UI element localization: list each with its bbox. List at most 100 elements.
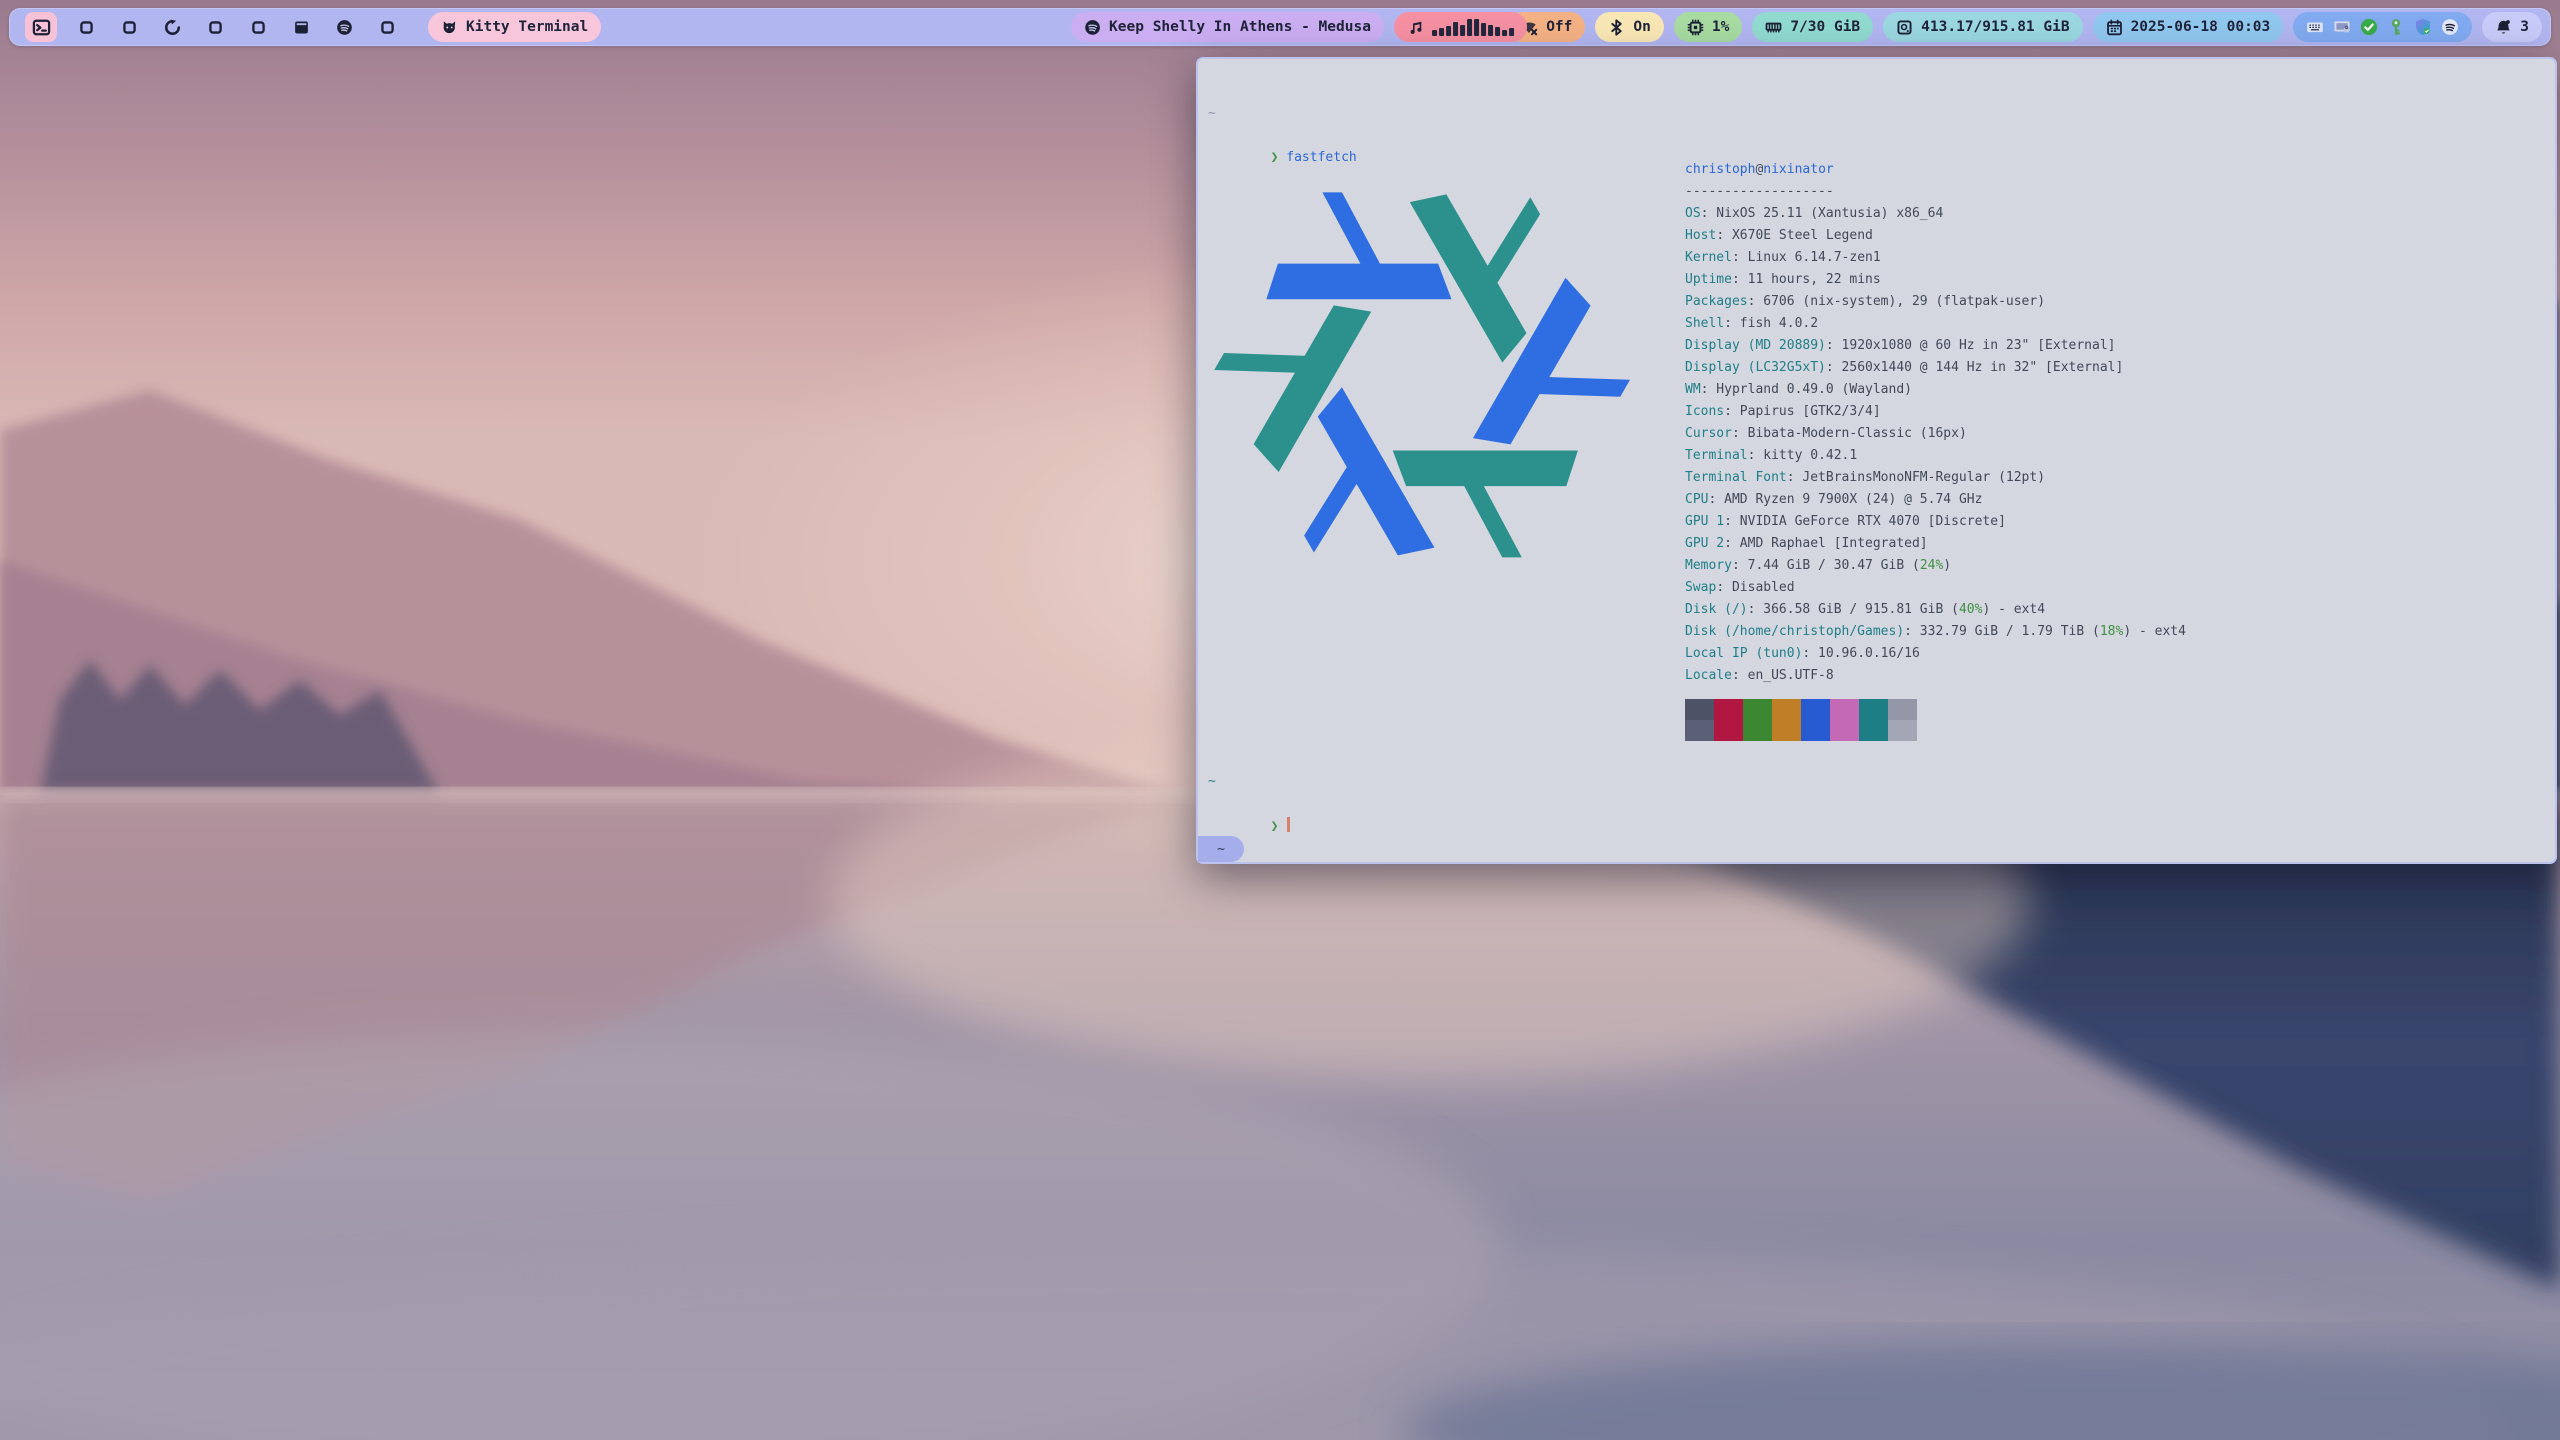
- workspace-6-square-icon[interactable]: [244, 13, 272, 41]
- fastfetch-line: Display (LC32G5xT): 2560x1440 @ 144 Hz i…: [1685, 357, 2186, 379]
- fastfetch-line: christoph@nixinator: [1685, 159, 2186, 181]
- workspace-5-square-icon[interactable]: [201, 13, 229, 41]
- fastfetch-line: GPU 1: NVIDIA GeForce RTX 4070 [Discrete…: [1685, 511, 2186, 533]
- workspace-2-square-icon[interactable]: [72, 13, 100, 41]
- fastfetch-line: Shell: fish 4.0.2: [1685, 313, 2186, 335]
- palette-swatch: [1714, 699, 1743, 720]
- bluetooth-pill[interactable]: On: [1595, 12, 1663, 42]
- cpu-pill[interactable]: 1%: [1674, 12, 1742, 42]
- palette-swatch: [1685, 720, 1714, 741]
- fastfetch-line: Host: X670E Steel Legend: [1685, 225, 2186, 247]
- prompt-char: ❯: [1271, 819, 1279, 834]
- palette-row-normal: [1685, 699, 1917, 720]
- palette-swatch: [1888, 699, 1917, 720]
- fastfetch-line: Swap: Disabled: [1685, 577, 2186, 599]
- workspace-7-window-icon[interactable]: [287, 13, 315, 41]
- keyboard-icon[interactable]: [2306, 18, 2324, 36]
- cpu-value: 1%: [1712, 19, 1729, 35]
- palette-swatch: [1830, 720, 1859, 741]
- workspace-1-terminal-icon[interactable]: [25, 12, 57, 42]
- palette-swatch: [1714, 720, 1743, 741]
- palette-swatch: [1859, 699, 1888, 720]
- fastfetch-output: christoph@nixinator-------------------OS…: [1685, 159, 2186, 687]
- fastfetch-line: Packages: 6706 (nix-system), 29 (flatpak…: [1685, 291, 2186, 313]
- bar-left: Kitty Terminal: [25, 12, 601, 42]
- fastfetch-line: Uptime: 11 hours, 22 mins: [1685, 269, 2186, 291]
- kitty-terminal-window[interactable]: ~ ❯ fastfetch: [1196, 57, 2557, 864]
- fastfetch-line: OS: NixOS 25.11 (Xantusia) x86_64: [1685, 203, 2186, 225]
- vpn-shield-icon[interactable]: [2414, 18, 2432, 36]
- fastfetch-line: Kernel: Linux 6.14.7-zen1: [1685, 247, 2186, 269]
- audio-visualizer-pill[interactable]: [1394, 12, 1527, 42]
- palette-swatch: [1801, 720, 1830, 741]
- fastfetch-line: Terminal Font: JetBrainsMonoNFM-Regular …: [1685, 467, 2186, 489]
- calendar-icon: [2106, 19, 2123, 36]
- palette-swatch: [1772, 699, 1801, 720]
- fastfetch-line: Disk (/home/christoph/Games): 332.79 GiB…: [1685, 621, 2186, 643]
- prompt-path: ~: [1208, 103, 1357, 125]
- key-icon[interactable]: [2387, 18, 2405, 36]
- fastfetch-line: Terminal: kitty 0.42.1: [1685, 445, 2186, 467]
- prompt-previous: ~ ❯ fastfetch: [1208, 103, 1357, 147]
- fastfetch-line: Memory: 7.44 GiB / 30.47 GiB (24%): [1685, 555, 2186, 577]
- bar-right: 85%OffOn1%7/30 GiB413.17/915.81 GiB2025-…: [1421, 12, 2542, 42]
- palette-swatch: [1888, 720, 1917, 741]
- fastfetch-line: Display (MD 20889): 1920x1080 @ 60 Hz in…: [1685, 335, 2186, 357]
- fastfetch-line: Disk (/): 366.58 GiB / 915.81 GiB (40%) …: [1685, 599, 2186, 621]
- check-circle-icon[interactable]: [2360, 18, 2378, 36]
- palette-swatch: [1830, 699, 1859, 720]
- fastfetch-line: GPU 2: AMD Raphael [Integrated]: [1685, 533, 2186, 555]
- now-playing-label: Keep Shelly In Athens - Medusa: [1109, 19, 1371, 35]
- ram-icon: [1765, 19, 1782, 36]
- fastfetch-line: Cursor: Bibata-Modern-Classic (16px): [1685, 423, 2186, 445]
- terminal-color-palette: [1685, 699, 1917, 741]
- disk-pill[interactable]: 413.17/915.81 GiB: [1883, 12, 2082, 42]
- status-bar: Kitty Terminal Keep Shelly In Athens - M…: [9, 8, 2551, 46]
- bell-icon: [2495, 19, 2512, 36]
- nixos-logo: [1206, 155, 1640, 593]
- fastfetch-line: Local IP (tun0): 10.96.0.16/16: [1685, 643, 2186, 665]
- desktop: Kitty Terminal Keep Shelly In Athens - M…: [0, 0, 2560, 1440]
- workspace-8-spotify-icon[interactable]: [330, 13, 358, 41]
- palette-swatch: [1743, 720, 1772, 741]
- fastfetch-line: Icons: Papirus [GTK2/3/4]: [1685, 401, 2186, 423]
- palette-swatch: [1772, 720, 1801, 741]
- workspace-3-square-icon[interactable]: [115, 13, 143, 41]
- tray-icons: [2306, 18, 2459, 36]
- spotify-light-icon[interactable]: [2441, 18, 2459, 36]
- prompt-current: ~ ❯: [1208, 771, 1290, 815]
- fastfetch-line: CPU: AMD Ryzen 9 7900X (24) @ 5.74 GHz: [1685, 489, 2186, 511]
- palette-row-bright: [1685, 720, 1917, 741]
- workspace-9-square-icon[interactable]: [373, 13, 401, 41]
- wifi-value: Off: [1546, 19, 1572, 35]
- tab-title: ~: [1217, 842, 1225, 857]
- window-title-pill[interactable]: Kitty Terminal: [428, 12, 601, 42]
- workspaces: [25, 12, 401, 42]
- media-player-pill[interactable]: Keep Shelly In Athens - Medusa: [1071, 12, 1384, 42]
- palette-swatch: [1743, 699, 1772, 720]
- workspace-4-browser-icon[interactable]: [158, 13, 186, 41]
- audio-visualizer-bars: [1432, 19, 1514, 36]
- prompt-path: ~: [1208, 771, 1290, 793]
- fastfetch-line: Locale: en_US.UTF-8: [1685, 665, 2186, 687]
- memory-value: 7/30 GiB: [1790, 19, 1860, 35]
- screen-share-icon[interactable]: [2333, 18, 2351, 36]
- memory-pill[interactable]: 7/30 GiB: [1752, 12, 1873, 42]
- system-tray-pill: [2293, 12, 2472, 42]
- text-cursor: [1287, 817, 1290, 832]
- music-note-icon: [1407, 19, 1424, 36]
- tab-active[interactable]: ~: [1198, 836, 1244, 862]
- cat-icon: [441, 19, 458, 36]
- notifications-pill[interactable]: 3: [2482, 12, 2542, 42]
- disk-value: 413.17/915.81 GiB: [1921, 19, 2069, 35]
- status-pills: 85%OffOn1%7/30 GiB413.17/915.81 GiB2025-…: [1421, 12, 2283, 42]
- notification-count: 3: [2520, 19, 2529, 35]
- cpu-icon: [1687, 19, 1704, 36]
- palette-swatch: [1801, 699, 1830, 720]
- bluetooth-icon: [1608, 19, 1625, 36]
- clock-value: 2025-06-18 00:03: [2131, 19, 2271, 35]
- palette-swatch: [1859, 720, 1888, 741]
- fastfetch-line: -------------------: [1685, 181, 2186, 203]
- clock-pill[interactable]: 2025-06-18 00:03: [2093, 12, 2284, 42]
- hdd-icon: [1896, 19, 1913, 36]
